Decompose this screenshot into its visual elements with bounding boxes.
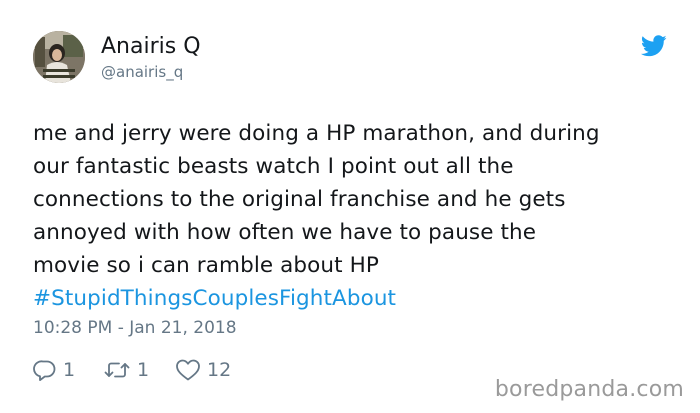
hashtag-link[interactable]: #StupidThingsCouplesFightAbout: [33, 282, 683, 315]
retweet-count: 1: [137, 359, 150, 381]
twitter-bird-icon[interactable]: [640, 35, 667, 57]
like-count: 12: [207, 359, 232, 381]
tweet-text-line: annoyed with how often we have to pause …: [33, 220, 537, 245]
tweet-text-line: connections to the original franchise an…: [33, 187, 566, 212]
retweet-button[interactable]: 1: [103, 358, 175, 382]
author-handle[interactable]: @anairis_q: [101, 63, 183, 81]
reply-button[interactable]: 1: [33, 358, 103, 382]
tweet-actions: 1 1 12: [33, 357, 231, 383]
tweet-text-line: movie so i can ramble about HP: [33, 253, 379, 278]
tweet-text-line: our fantastic beasts watch I point out a…: [33, 154, 514, 179]
like-button[interactable]: 12: [175, 358, 231, 382]
retweet-icon: [103, 358, 131, 382]
heart-icon: [175, 358, 201, 382]
tweet-text: me and jerry were doing a HP marathon, a…: [33, 117, 683, 315]
avatar[interactable]: [33, 31, 85, 83]
avatar-photo-icon: [33, 31, 85, 83]
reply-icon: [33, 358, 57, 382]
author-name[interactable]: Anairis Q: [101, 34, 201, 59]
reply-count: 1: [63, 359, 76, 381]
tweet-card: Anairis Q @anairis_q me and jerry were d…: [0, 0, 700, 413]
tweet-text-line: me and jerry were doing a HP marathon, a…: [33, 121, 600, 146]
tweet-timestamp[interactable]: 10:28 PM - Jan 21, 2018: [33, 318, 237, 338]
watermark-text: boredpanda.com: [494, 377, 684, 402]
